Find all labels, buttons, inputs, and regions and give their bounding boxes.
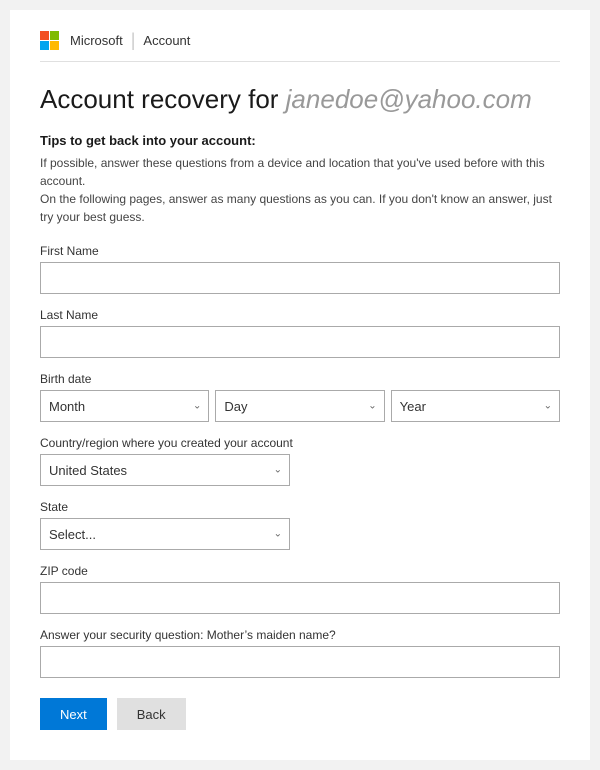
tips-body: If possible, answer these questions from… xyxy=(40,154,560,226)
state-group: State Select... Alabama Alaska Californi… xyxy=(40,500,560,550)
first-name-group: First Name xyxy=(40,244,560,294)
state-select[interactable]: Select... Alabama Alaska California New … xyxy=(40,518,290,550)
page-title-prefix: Account recovery for xyxy=(40,84,286,114)
account-email: janedoe@yahoo.com xyxy=(286,84,532,114)
security-label: Answer your security question: Mother’s … xyxy=(40,628,560,642)
year-select-wrap: Year202420232022200019991990198019701960… xyxy=(391,390,560,422)
button-row: Next Back xyxy=(40,698,560,730)
tips-title: Tips to get back into your account: xyxy=(40,133,560,148)
month-select-wrap: MonthJanuaryFebruaryMarchAprilMayJuneJul… xyxy=(40,390,209,422)
account-label: Account xyxy=(143,33,190,48)
day-select[interactable]: Day1234567891011121314151617181920212223… xyxy=(215,390,384,422)
country-select[interactable]: United States Canada United Kingdom xyxy=(40,454,290,486)
next-button[interactable]: Next xyxy=(40,698,107,730)
day-select-wrap: Day1234567891011121314151617181920212223… xyxy=(215,390,384,422)
birth-date-group: Birth date MonthJanuaryFebruaryMarchApri… xyxy=(40,372,560,422)
month-select[interactable]: MonthJanuaryFebruaryMarchAprilMayJuneJul… xyxy=(40,390,209,422)
state-label: State xyxy=(40,500,560,514)
country-group: Country/region where you created your ac… xyxy=(40,436,560,486)
back-button[interactable]: Back xyxy=(117,698,186,730)
security-group: Answer your security question: Mother’s … xyxy=(40,628,560,678)
microsoft-label: Microsoft xyxy=(70,33,123,48)
year-select[interactable]: Year202420232022200019991990198019701960… xyxy=(391,390,560,422)
zip-group: ZIP code xyxy=(40,564,560,614)
first-name-input[interactable] xyxy=(40,262,560,294)
state-select-wrap: Select... Alabama Alaska California New … xyxy=(40,518,290,550)
page-container: Microsoft | Account Account recovery for… xyxy=(10,10,590,760)
country-select-wrap: United States Canada United Kingdom ⌄ xyxy=(40,454,290,486)
logo-yellow-sq xyxy=(50,41,59,50)
logo-blue-sq xyxy=(40,41,49,50)
logo-red-sq xyxy=(40,31,49,40)
security-input[interactable] xyxy=(40,646,560,678)
microsoft-logo xyxy=(40,31,60,51)
last-name-group: Last Name xyxy=(40,308,560,358)
form-section: First Name Last Name Birth date MonthJan… xyxy=(40,244,560,730)
logo-green-sq xyxy=(50,31,59,40)
header-divider: | xyxy=(131,30,136,51)
country-label: Country/region where you created your ac… xyxy=(40,436,560,450)
page-title: Account recovery for janedoe@yahoo.com xyxy=(40,84,560,115)
last-name-label: Last Name xyxy=(40,308,560,322)
birth-date-label: Birth date xyxy=(40,372,560,386)
zip-label: ZIP code xyxy=(40,564,560,578)
first-name-label: First Name xyxy=(40,244,560,258)
birth-date-row: MonthJanuaryFebruaryMarchAprilMayJuneJul… xyxy=(40,390,560,422)
tips-section: Tips to get back into your account: If p… xyxy=(40,133,560,226)
zip-input[interactable] xyxy=(40,582,560,614)
last-name-input[interactable] xyxy=(40,326,560,358)
header: Microsoft | Account xyxy=(40,30,560,62)
